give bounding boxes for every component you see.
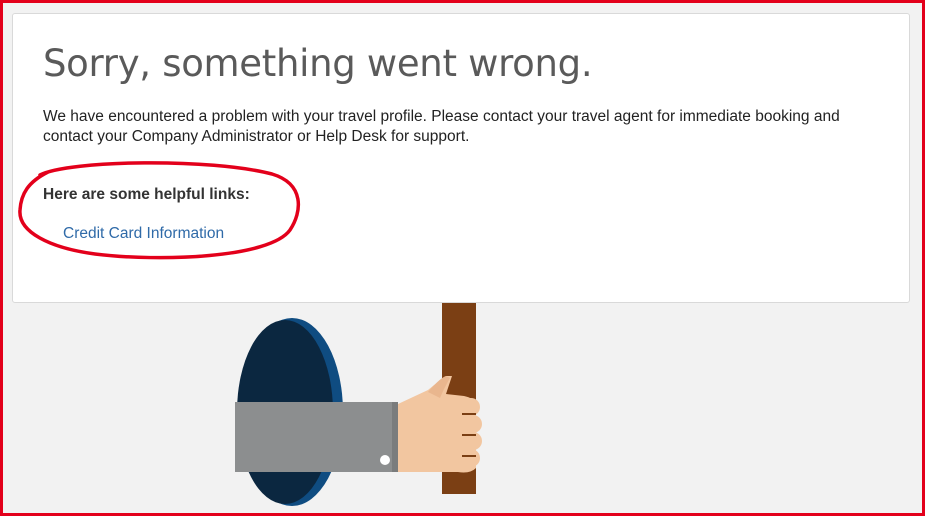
hand-holding-sign-icon: [235, 303, 482, 506]
sleeve-shape: [235, 402, 398, 472]
